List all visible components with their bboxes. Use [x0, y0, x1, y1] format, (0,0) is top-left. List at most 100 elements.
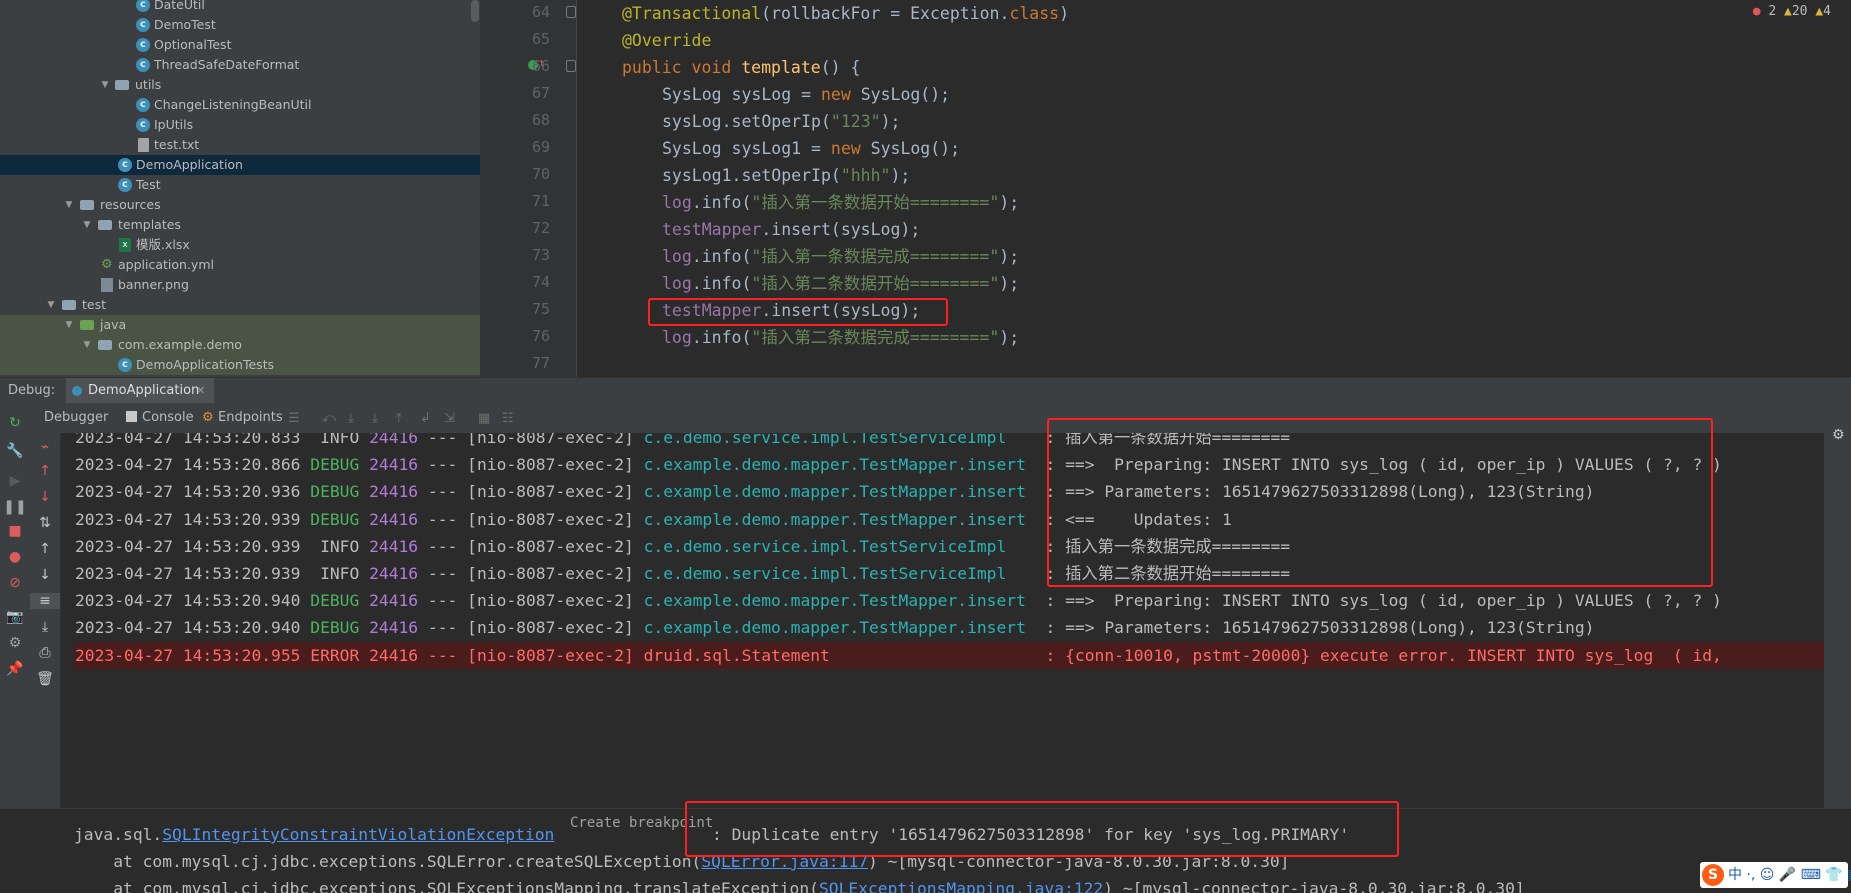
log-pid: 24416 — [369, 591, 419, 611]
pause-icon[interactable]: ❚❚ — [0, 499, 30, 515]
resume-icon[interactable]: ▶ — [0, 473, 30, 489]
tree-item-label: IpUtils — [154, 117, 194, 132]
tree-item[interactable]: ▼ utils — [0, 75, 480, 95]
pin-icon[interactable]: 📌 — [0, 661, 30, 677]
ime-toolbar[interactable]: S 中 ·, ☺ 🎤 ⌨ 👕 ▦ — [1700, 862, 1851, 888]
stop-icon[interactable]: ■ — [0, 523, 30, 539]
tree-item[interactable]: test.txt — [0, 135, 480, 155]
chevron-down-icon[interactable]: ▼ — [64, 195, 74, 215]
chevron-down-icon[interactable]: ▼ — [64, 315, 74, 335]
tree-item[interactable]: x 模版.xlsx — [0, 235, 480, 255]
show-execution-point-icon[interactable]: ⤺ — [322, 411, 336, 426]
clear-marker-icon[interactable]: ⌁ — [30, 439, 60, 455]
line-number: 71 — [531, 192, 550, 210]
log-line: 2023-04-27 14:53:20.940 DEBUG 24416 --- … — [75, 614, 1594, 641]
tree-item[interactable]: ⚙ application.yml — [0, 255, 480, 275]
tree-item[interactable]: ▼ java — [0, 315, 480, 335]
modify-config-icon[interactable]: 🔧 — [0, 443, 30, 459]
scroll-up-icon[interactable]: ↑ — [30, 541, 60, 557]
tree-item[interactable]: c IpUtils — [0, 115, 480, 135]
print-icon[interactable]: ⎙ — [30, 645, 60, 661]
tab-debugger[interactable]: Debugger — [44, 403, 108, 433]
chevron-down-icon[interactable]: ▼ — [82, 335, 92, 355]
weak-warning-count: 4 — [1823, 4, 1831, 19]
step-out-icon[interactable]: ⤒ — [396, 411, 402, 426]
tree-item-label: utils — [135, 77, 162, 92]
line-number: 68 — [531, 111, 550, 129]
log-level: INFO — [310, 433, 360, 447]
spring-app-icon — [72, 386, 82, 396]
close-icon[interactable]: ✕ — [196, 378, 205, 404]
tree-item[interactable]: c DemoTest — [0, 15, 480, 35]
error-count: 2 — [1768, 4, 1777, 19]
tree-item[interactable]: c OptionalTest — [0, 35, 480, 55]
log-logger: druid.sql.Statement — [643, 645, 1036, 665]
log-thread: [nio-8087-exec-2] — [467, 509, 634, 529]
line-number: 76 — [531, 327, 550, 345]
gutter-divider — [576, 0, 577, 377]
tree-item[interactable]: ▼ test — [0, 295, 480, 315]
log-pid: 24416 — [369, 618, 419, 638]
step-over-icon[interactable]: ⤓ — [348, 411, 354, 426]
tree-item[interactable]: c Test — [0, 175, 480, 195]
tree-item[interactable]: ▼ resources — [0, 195, 480, 215]
line-number: 77 — [531, 354, 550, 372]
log-level: DEBUG — [310, 591, 360, 611]
log-thread: [nio-8087-exec-2] — [467, 564, 634, 583]
source-link[interactable]: SQLExceptionsMapping.java:122 — [819, 879, 1103, 893]
tree-item[interactable]: c ChangeListeningBeanUtil — [0, 95, 480, 115]
soft-wrap-icon[interactable]: ≡ — [30, 593, 60, 609]
log-sep: --- — [427, 433, 458, 447]
log-msg: : {conn-10010, pstmt-20000} execute erro… — [1045, 645, 1722, 665]
log-thread: [nio-8087-exec-2] — [467, 433, 634, 447]
chevron-down-icon[interactable]: ▼ — [100, 75, 110, 95]
trash-icon[interactable]: 🗑 — [30, 671, 60, 687]
tree-item[interactable]: banner.png — [0, 275, 480, 295]
evaluate-icon[interactable]: ▦ — [478, 411, 490, 426]
down-arrow-icon[interactable]: ↓ — [30, 489, 60, 505]
scroll-down-icon[interactable]: ↓ — [30, 567, 60, 583]
chevron-down-icon[interactable]: ▼ — [82, 215, 92, 235]
mute-breakpoints-icon[interactable]: ⊘ — [0, 575, 30, 591]
exception-line: java.sql.SQLIntegrityConstraintViolation… — [74, 825, 555, 844]
error-icon: ● — [1752, 4, 1761, 19]
text-file-icon — [138, 138, 149, 152]
settings-icon[interactable]: ⚙ — [0, 635, 30, 651]
run-to-cursor-icon[interactable]: ⇲ — [444, 411, 455, 426]
line-number: 75 — [531, 300, 550, 318]
step-into-icon[interactable]: ⤓ — [372, 411, 378, 426]
chevron-down-icon[interactable]: ▼ — [46, 295, 56, 315]
tree-item[interactable]: c ThreadSafeDateFormat — [0, 55, 480, 75]
fold-marker-icon[interactable] — [566, 6, 576, 18]
tree-item-label: resources — [100, 197, 161, 212]
tab-endpoints[interactable]: Endpoints — [218, 403, 283, 433]
sort-icon[interactable]: ⇅ — [30, 515, 60, 531]
right-tool-strip: ⚙ — [1824, 403, 1851, 808]
up-arrow-icon[interactable]: ↑ — [30, 463, 60, 479]
log-thread: [nio-8087-exec-2] — [467, 618, 634, 638]
debug-session-tab[interactable]: DemoApplication ✕ — [66, 378, 214, 404]
line-number: 74 — [531, 273, 550, 291]
tree-item-selected[interactable]: c DemoApplication — [0, 155, 480, 175]
tab-console[interactable]: Console — [142, 403, 194, 433]
tree-item[interactable]: ▼ com.example.demo — [0, 335, 480, 355]
fold-marker-icon[interactable] — [566, 60, 576, 72]
tree-item[interactable]: c DateUtil — [0, 0, 480, 15]
trace-icon[interactable]: ☷ — [502, 411, 514, 426]
tree-item[interactable]: c DemoApplicationTests — [0, 355, 480, 375]
log-level: DEBUG — [310, 509, 360, 529]
class-icon: c — [118, 358, 132, 372]
inspection-widget[interactable]: ● 2 ▲20 ▲4 — [1753, 4, 1831, 19]
menu-icon[interactable]: ☰ — [288, 411, 300, 426]
camera-icon[interactable]: 📷 — [0, 609, 30, 625]
log-sep: --- — [427, 645, 458, 665]
scroll-to-end-icon[interactable]: ⤓ — [30, 619, 60, 635]
class-icon: c — [136, 38, 150, 52]
rerun-icon[interactable]: ↻ — [0, 415, 30, 431]
drop-frame-icon[interactable]: ↲ — [420, 411, 431, 426]
exception-class-link[interactable]: SQLIntegrityConstraintViolationException — [162, 825, 554, 844]
view-breakpoints-icon[interactable]: ● — [0, 549, 30, 565]
log-pid: 24416 — [369, 433, 419, 447]
settings-icon[interactable]: ⚙ — [1832, 427, 1845, 443]
tree-item[interactable]: ▼ templates — [0, 215, 480, 235]
